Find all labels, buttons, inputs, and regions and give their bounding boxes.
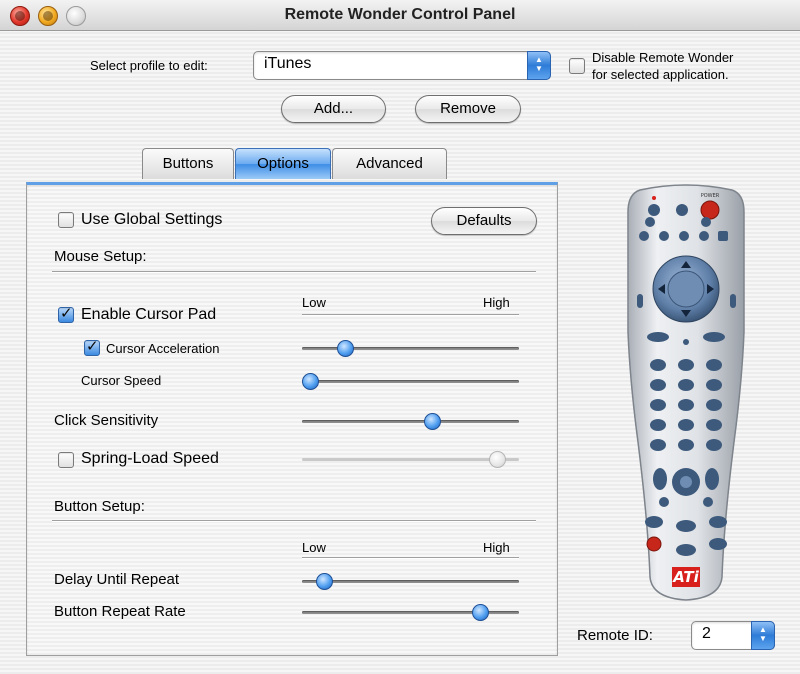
cursor-acceleration-label: Cursor Acceleration [106, 341, 220, 356]
options-panel: Use Global Settings Defaults Mouse Setup… [26, 182, 558, 656]
button-high-label: High [483, 540, 510, 555]
tab-options[interactable]: Options [235, 148, 331, 179]
mouse-setup-heading: Mouse Setup: [54, 248, 147, 265]
enable-cursor-pad-label: Enable Cursor Pad [81, 306, 217, 323]
power-button-icon [700, 200, 720, 220]
profile-select-value: iTunes [264, 55, 312, 72]
cursor-speed-slider[interactable] [302, 372, 519, 392]
checkmark-icon: ✓ [86, 338, 99, 355]
slider-knob[interactable] [471, 604, 489, 621]
spring-load-speed-label: Spring-Load Speed [81, 450, 219, 467]
slider-track [302, 580, 519, 583]
window-title: Remote Wonder Control Panel [284, 6, 516, 23]
remove-button[interactable]: Remove [415, 95, 521, 123]
use-global-settings-checkbox[interactable] [58, 212, 74, 228]
click-sensitivity-label: Click Sensitivity [54, 412, 159, 429]
remote-id-select[interactable]: 2 ▲ ▼ [691, 621, 775, 650]
remote-id-label: Remote ID: [577, 627, 653, 644]
slider-knob[interactable] [337, 340, 355, 357]
slider-track [302, 420, 519, 423]
tab-advanced[interactable]: Advanced [332, 148, 447, 179]
slider-knob[interactable] [424, 413, 442, 430]
slider-knob[interactable] [302, 373, 319, 390]
remote-illustration: POWER ATi [627, 184, 745, 601]
spring-load-speed-slider[interactable] [302, 450, 519, 470]
button-repeat-rate-label: Button Repeat Rate [54, 603, 186, 620]
button-scale-divider [302, 557, 519, 559]
enable-cursor-pad-checkbox[interactable]: ✓ [58, 305, 74, 323]
delay-until-repeat-slider[interactable] [302, 572, 519, 592]
add-button[interactable]: Add... [281, 95, 386, 123]
button-repeat-rate-slider[interactable] [302, 603, 519, 623]
disable-remote-label-line1: Disable Remote Wonder [592, 50, 734, 65]
use-global-settings-label: Use Global Settings [81, 211, 223, 228]
cursor-acceleration-checkbox[interactable]: ✓ [84, 338, 100, 356]
mouse-high-label: High [483, 295, 510, 310]
disable-remote-checkbox[interactable] [569, 58, 585, 74]
button-setup-heading: Button Setup: [54, 498, 145, 515]
profile-label: Select profile to edit: [90, 58, 208, 73]
button-setup-divider [52, 520, 536, 522]
profile-select[interactable]: iTunes ▲ ▼ [253, 51, 551, 80]
mouse-low-label: Low [302, 295, 326, 310]
power-label: POWER [701, 193, 720, 199]
title-bar: Remote Wonder Control Panel [0, 0, 800, 31]
slider-track [302, 347, 519, 350]
remote-control-image: POWER ATi [620, 182, 752, 604]
slider-track [302, 458, 519, 461]
ati-logo-text: ATi [672, 568, 699, 586]
delay-until-repeat-label: Delay Until Repeat [54, 571, 180, 588]
remote-id-value: 2 [702, 625, 711, 642]
mouse-scale-divider [302, 314, 519, 316]
mouse-setup-divider [52, 271, 536, 273]
cursor-speed-label: Cursor Speed [81, 373, 162, 388]
cursor-acceleration-slider[interactable] [302, 339, 519, 359]
updown-arrows-icon: ▲ ▼ [527, 51, 551, 80]
updown-arrows-icon: ▲ ▼ [751, 621, 775, 650]
slider-track [310, 380, 519, 383]
remote-body [627, 184, 745, 601]
button-low-label: Low [302, 540, 326, 555]
spring-load-speed-checkbox[interactable] [58, 452, 74, 468]
defaults-button[interactable]: Defaults [431, 207, 537, 235]
slider-knob[interactable] [489, 451, 507, 468]
tab-buttons[interactable]: Buttons [142, 148, 234, 179]
slider-knob[interactable] [315, 573, 333, 590]
checkmark-icon: ✓ [60, 305, 73, 322]
disable-remote-label-line2: for selected application. [592, 67, 729, 82]
click-sensitivity-slider[interactable] [302, 412, 519, 432]
